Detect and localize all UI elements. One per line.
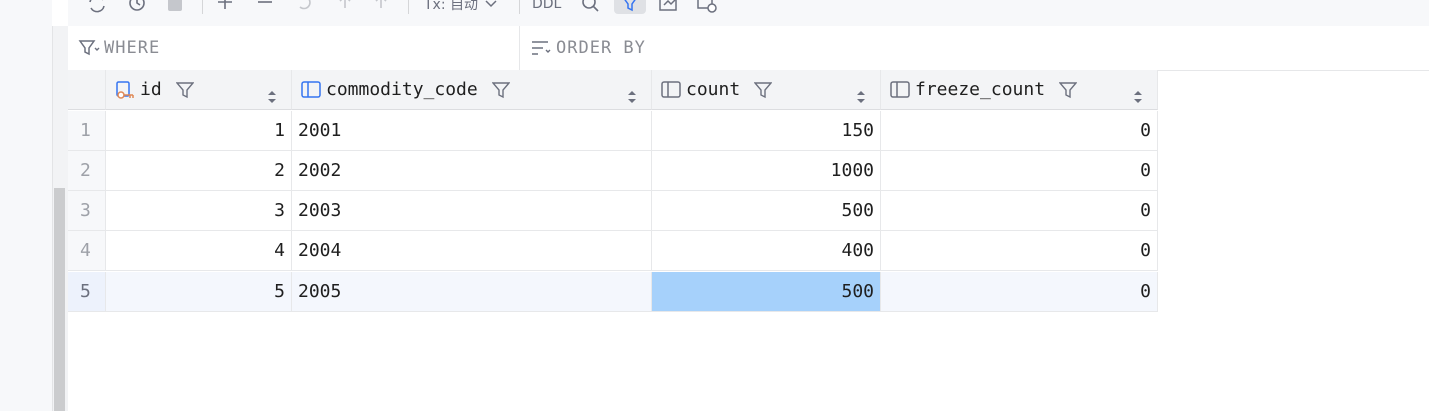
cell-commodity-code[interactable]: 2002 bbox=[292, 151, 652, 191]
cell-freeze-count[interactable]: 0 bbox=[881, 272, 1158, 312]
cell-count[interactable]: 1000 bbox=[652, 151, 881, 191]
row-number[interactable]: 3 bbox=[68, 191, 106, 231]
cell-freeze-count[interactable]: 0 bbox=[881, 191, 1158, 231]
sort-icon[interactable] bbox=[267, 89, 277, 105]
filter-icon bbox=[78, 37, 100, 59]
transaction-mode-dropdown[interactable]: Tx: 自动 bbox=[424, 0, 498, 14]
cell-count[interactable]: 400 bbox=[652, 231, 881, 271]
primary-key-column-icon bbox=[114, 79, 136, 101]
cell-id[interactable]: 3 bbox=[106, 191, 292, 231]
corner-cell[interactable] bbox=[68, 70, 106, 110]
row-number[interactable]: 5 bbox=[68, 272, 106, 312]
cell-id[interactable]: 2 bbox=[106, 151, 292, 191]
toolbar-separator bbox=[519, 0, 520, 14]
where-label: WHERE bbox=[104, 38, 161, 58]
cell-id[interactable]: 1 bbox=[106, 111, 292, 151]
filter-toggle-icon[interactable] bbox=[614, 0, 646, 14]
revert-icon[interactable] bbox=[294, 0, 316, 14]
filter-bar: WHERE ORDER BY bbox=[68, 26, 1429, 71]
push-icon[interactable] bbox=[370, 0, 392, 14]
scrollbar-thumb[interactable] bbox=[54, 188, 65, 411]
ddl-button[interactable]: DDL bbox=[532, 0, 561, 14]
cell-commodity-code[interactable]: 2003 bbox=[292, 191, 652, 231]
column-name: id bbox=[140, 79, 162, 100]
column-header-count[interactable]: count bbox=[652, 70, 881, 110]
column-icon bbox=[300, 79, 322, 101]
toolbar-separator bbox=[408, 0, 409, 14]
cell-count[interactable]: 150 bbox=[652, 111, 881, 151]
cell-commodity-code[interactable]: 2001 bbox=[292, 111, 652, 151]
header-row: id commodity_code count freeze_count bbox=[68, 70, 1158, 110]
cell-id[interactable]: 4 bbox=[106, 231, 292, 271]
column-name: commodity_code bbox=[326, 79, 478, 100]
row-number[interactable]: 2 bbox=[68, 151, 106, 191]
table-row[interactable]: 2 2 2002 1000 0 bbox=[68, 151, 1158, 191]
toolbar-separator bbox=[202, 0, 203, 14]
cell-commodity-code[interactable]: 2005 bbox=[292, 272, 652, 312]
column-filter-icon[interactable] bbox=[175, 81, 194, 99]
cell-freeze-count[interactable]: 0 bbox=[881, 111, 1158, 151]
search-icon[interactable] bbox=[580, 0, 600, 14]
column-filter-icon[interactable] bbox=[1059, 81, 1078, 99]
column-name: count bbox=[686, 79, 741, 100]
compare-icon[interactable] bbox=[696, 0, 718, 14]
cell-count-selected[interactable]: 500 bbox=[652, 272, 881, 312]
column-header-commodity-code[interactable]: commodity_code bbox=[292, 70, 652, 110]
order-by-field[interactable]: ORDER BY bbox=[520, 26, 1429, 70]
chevron-down-icon bbox=[485, 0, 497, 8]
cell-freeze-count[interactable]: 0 bbox=[881, 231, 1158, 271]
order-by-label: ORDER BY bbox=[556, 38, 646, 58]
sort-icon[interactable] bbox=[856, 89, 866, 105]
cell-id[interactable]: 5 bbox=[106, 272, 292, 312]
column-header-id[interactable]: id bbox=[106, 70, 292, 110]
column-icon bbox=[889, 79, 911, 101]
column-name: freeze_count bbox=[915, 79, 1046, 100]
table-row-selected[interactable]: 5 5 2005 500 0 bbox=[68, 272, 1158, 312]
cell-commodity-code[interactable]: 2004 bbox=[292, 231, 652, 271]
table-row[interactable]: 4 4 2004 400 0 bbox=[68, 231, 1158, 271]
delete-row-icon[interactable] bbox=[254, 0, 276, 14]
column-icon bbox=[660, 79, 682, 101]
refresh-icon[interactable] bbox=[86, 0, 108, 14]
sort-icon[interactable] bbox=[627, 89, 637, 105]
where-filter-field[interactable]: WHERE bbox=[68, 26, 520, 70]
column-filter-icon[interactable] bbox=[491, 81, 510, 99]
table-row[interactable]: 3 3 2003 500 0 bbox=[68, 191, 1158, 231]
cell-count[interactable]: 500 bbox=[652, 191, 881, 231]
cell-freeze-count[interactable]: 0 bbox=[881, 151, 1158, 191]
sort-icon[interactable] bbox=[1133, 89, 1143, 105]
stop-icon[interactable] bbox=[166, 0, 186, 14]
transaction-mode-label: Tx: 自动 bbox=[424, 0, 479, 13]
export-icon[interactable] bbox=[658, 0, 680, 14]
sort-lines-icon bbox=[530, 37, 552, 59]
submit-icon[interactable] bbox=[334, 0, 356, 14]
column-filter-icon[interactable] bbox=[754, 81, 773, 99]
toolbar: Tx: 自动 DDL bbox=[68, 0, 1429, 27]
history-icon[interactable] bbox=[126, 0, 148, 14]
column-header-freeze-count[interactable]: freeze_count bbox=[881, 70, 1158, 110]
left-gutter bbox=[0, 0, 52, 411]
row-number[interactable]: 1 bbox=[68, 111, 106, 151]
row-number[interactable]: 4 bbox=[68, 231, 106, 271]
table-row[interactable]: 1 1 2001 150 0 bbox=[68, 111, 1158, 151]
add-row-icon[interactable] bbox=[214, 0, 236, 14]
ddl-label: DDL bbox=[532, 0, 562, 12]
